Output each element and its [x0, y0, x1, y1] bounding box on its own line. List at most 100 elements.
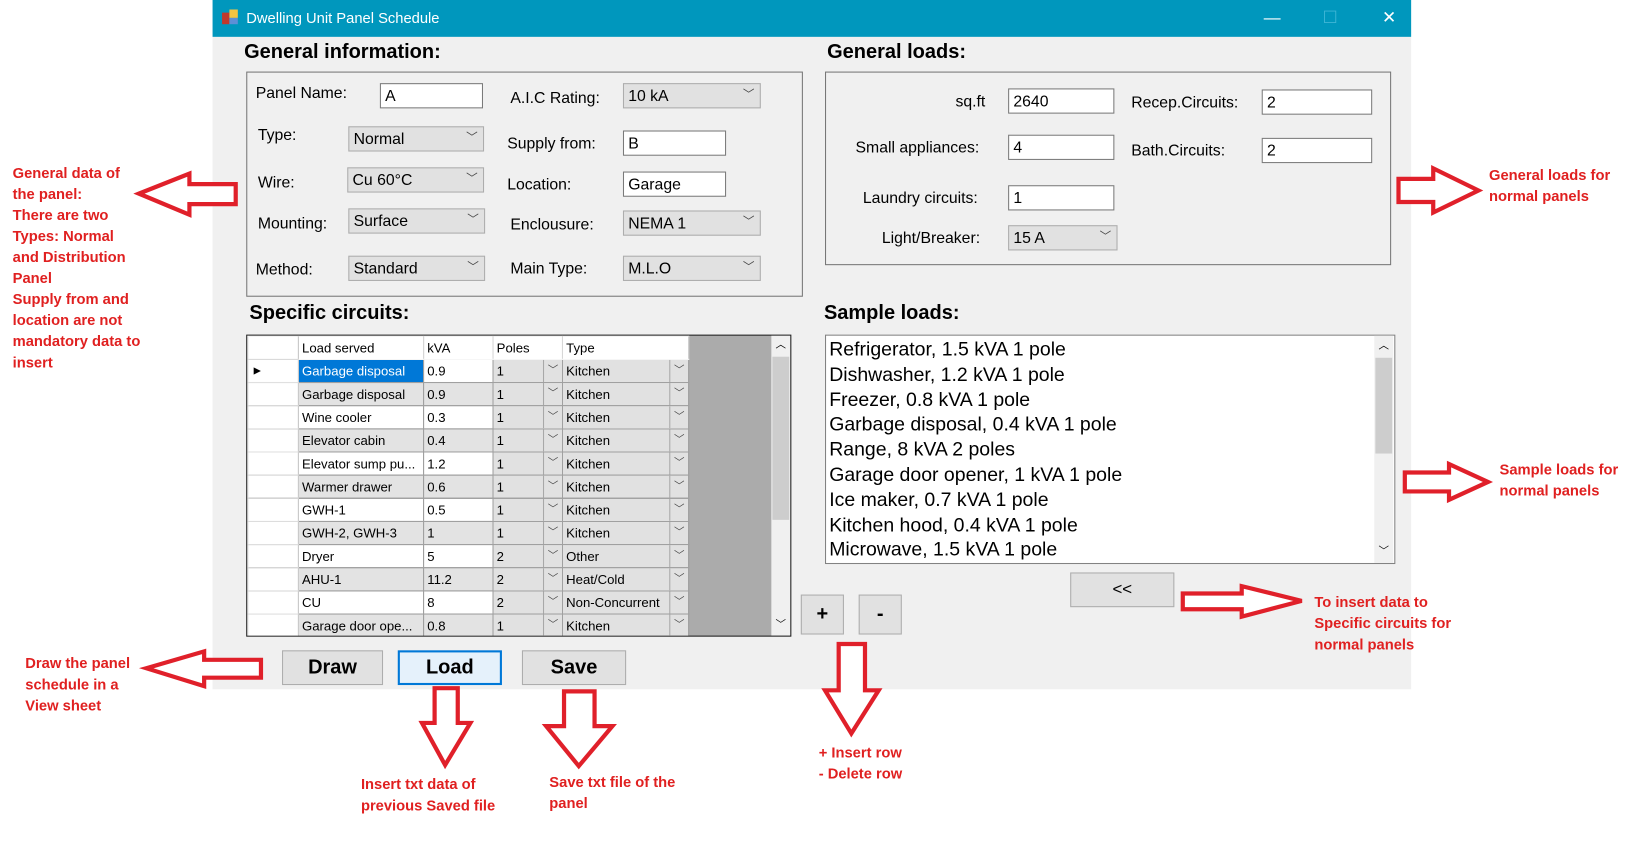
scroll-down-icon[interactable]: ﹀ [1374, 542, 1393, 563]
cell-type-select[interactable]: Kitchen ﹀ [561, 613, 690, 636]
chevron-down-icon[interactable]: ﹀ [542, 591, 561, 613]
minimize-button[interactable]: — [1248, 0, 1296, 37]
chevron-down-icon[interactable]: ﹀ [542, 522, 561, 544]
table-row[interactable]: GWH-2, GWH-3 1 1 ﹀ Kitchen ﹀ [247, 520, 690, 546]
maximize-button[interactable]: ☐ [1306, 0, 1354, 37]
load-button[interactable]: Load [397, 650, 502, 686]
supply-from-input[interactable]: B [622, 130, 727, 156]
table-row[interactable]: Elevator sump pu... 1.2 1 ﹀ Kitchen ﹀ [247, 451, 690, 476]
list-scrollbar[interactable]: ︿ ﹀ [1374, 335, 1394, 563]
chevron-down-icon[interactable]: ﹀ [669, 360, 687, 382]
chevron-down-icon[interactable]: ﹀ [542, 453, 561, 475]
cell-poles-select[interactable]: 2 ﹀ [492, 544, 563, 569]
cell-load-served[interactable]: Garbage disposal [297, 381, 425, 407]
column-header-load-served[interactable]: Load served [297, 335, 425, 360]
chevron-down-icon[interactable]: ﹀ [669, 568, 687, 590]
recep-circuits-input[interactable]: 2 [1261, 89, 1373, 115]
list-item[interactable]: Refrigerator, 1.5 kVA 1 pole [826, 337, 1394, 362]
cell-kva[interactable]: 0.4 [423, 428, 494, 453]
grid-scrollbar-thumb[interactable] [772, 356, 790, 520]
cell-load-served[interactable]: Garage door ope... [297, 613, 425, 636]
cell-type-select[interactable]: Kitchen ﹀ [561, 474, 690, 499]
list-item[interactable]: Ice maker, 0.7 kVA 1 pole [826, 487, 1394, 512]
cell-poles-select[interactable]: 1 ﹀ [492, 358, 563, 384]
cell-load-served[interactable]: CU [297, 590, 425, 615]
cell-type-select[interactable]: Non-Concurrent ﹀ [561, 590, 690, 615]
chevron-down-icon[interactable]: ﹀ [669, 429, 687, 451]
table-row[interactable]: Warmer drawer 0.6 1 ﹀ Kitchen ﹀ [247, 474, 690, 499]
table-row[interactable]: Garage door ope... 0.8 1 ﹀ Kitchen ﹀ [247, 613, 690, 636]
bath-circuits-input[interactable]: 2 [1261, 137, 1373, 164]
cell-load-served[interactable]: GWH-2, GWH-3 [297, 520, 425, 546]
table-row[interactable]: ▶ Garbage disposal 0.9 1 ﹀ Kitchen ﹀ [247, 358, 690, 384]
chevron-down-icon[interactable]: ﹀ [669, 591, 687, 613]
cell-type-select[interactable]: Other ﹀ [561, 544, 690, 569]
row-header[interactable] [247, 544, 299, 569]
cell-type-select[interactable]: Kitchen ﹀ [561, 405, 690, 430]
row-header[interactable] [247, 428, 299, 453]
type-select[interactable]: Normal ﹀ [348, 126, 485, 152]
cell-type-select[interactable]: Kitchen ﹀ [561, 451, 690, 476]
chevron-down-icon[interactable]: ﹀ [542, 406, 561, 428]
cell-kva[interactable]: 5 [423, 544, 494, 569]
specific-circuits-grid[interactable]: Load served kVA Poles Type ▶ Garbage disp… [246, 334, 792, 637]
wire-select[interactable]: Cu 60°C ﹀ [347, 167, 485, 193]
cell-type-select[interactable]: Heat/Cold ﹀ [561, 567, 690, 592]
row-header[interactable] [247, 451, 299, 476]
cell-load-served[interactable]: GWH-1 [297, 497, 425, 522]
table-row[interactable]: Dryer 5 2 ﹀ Other ﹀ [247, 544, 690, 569]
row-header[interactable] [247, 520, 299, 546]
scroll-up-icon[interactable]: ︿ [1374, 336, 1393, 357]
cell-load-served[interactable]: AHU-1 [297, 567, 425, 592]
cell-poles-select[interactable]: 1 ﹀ [492, 613, 563, 636]
list-item[interactable]: Kitchen hood, 0.4 kVA 1 pole [826, 512, 1394, 537]
chevron-down-icon[interactable]: ﹀ [542, 383, 561, 405]
chevron-down-icon[interactable]: ﹀ [669, 615, 687, 636]
draw-button[interactable]: Draw [282, 650, 384, 686]
location-input[interactable]: Garage [622, 171, 727, 197]
add-row-button[interactable]: + [800, 594, 844, 635]
list-item[interactable]: Dishwasher, 1.2 kVA 1 pole [826, 362, 1394, 387]
sample-loads-list[interactable]: Refrigerator, 1.5 kVA 1 pole Dishwasher, … [825, 334, 1396, 565]
cell-kva[interactable]: 0.6 [423, 474, 494, 499]
cell-load-served[interactable]: Warmer drawer [297, 474, 425, 499]
row-header[interactable] [247, 405, 299, 430]
row-header[interactable] [247, 567, 299, 592]
light-breaker-select[interactable]: 15 A ﹀ [1008, 225, 1118, 251]
table-row[interactable]: AHU-1 11.2 2 ﹀ Heat/Cold ﹀ [247, 567, 690, 592]
chevron-down-icon[interactable]: ﹀ [542, 499, 561, 521]
enclosure-select[interactable]: NEMA 1 ﹀ [622, 210, 761, 236]
chevron-down-icon[interactable]: ﹀ [542, 545, 561, 567]
laundry-circuits-input[interactable]: 1 [1008, 185, 1115, 211]
column-header-type[interactable]: Type [561, 335, 690, 360]
row-header[interactable] [247, 381, 299, 407]
list-item[interactable]: Garbage disposal, 0.4 kVA 1 pole [826, 412, 1394, 437]
cell-load-served[interactable]: Elevator sump pu... [297, 451, 425, 476]
chevron-down-icon[interactable]: ﹀ [542, 429, 561, 451]
cell-kva[interactable]: 0.3 [423, 405, 494, 430]
cell-kva[interactable]: 0.9 [423, 381, 494, 407]
table-row[interactable]: CU 8 2 ﹀ Non-Concurrent ﹀ [247, 590, 690, 615]
list-item[interactable]: Freezer, 0.8 kVA 1 pole [826, 387, 1394, 412]
chevron-down-icon[interactable]: ﹀ [542, 615, 561, 636]
cell-load-served[interactable]: Dryer [297, 544, 425, 569]
cell-poles-select[interactable]: 1 ﹀ [492, 451, 563, 476]
row-header[interactable]: ▶ [247, 358, 299, 384]
cell-poles-select[interactable]: 2 ﹀ [492, 567, 563, 592]
row-header[interactable] [247, 474, 299, 499]
cell-poles-select[interactable]: 2 ﹀ [492, 590, 563, 615]
chevron-down-icon[interactable]: ﹀ [542, 568, 561, 590]
cell-type-select[interactable]: Kitchen ﹀ [561, 497, 690, 522]
mounting-select[interactable]: Surface ﹀ [348, 208, 486, 234]
chevron-down-icon[interactable]: ﹀ [669, 453, 687, 475]
cell-poles-select[interactable]: 1 ﹀ [492, 405, 563, 430]
save-button[interactable]: Save [521, 650, 627, 686]
table-row[interactable]: Wine cooler 0.3 1 ﹀ Kitchen ﹀ [247, 405, 690, 430]
cell-kva[interactable]: 1 [423, 520, 494, 546]
cell-poles-select[interactable]: 1 ﹀ [492, 520, 563, 546]
table-row[interactable]: GWH-1 0.5 1 ﹀ Kitchen ﹀ [247, 497, 690, 522]
cell-poles-select[interactable]: 1 ﹀ [492, 497, 563, 522]
grid-scrollbar[interactable]: ︿ ﹀ [771, 335, 791, 636]
row-header[interactable] [247, 613, 299, 636]
chevron-down-icon[interactable]: ﹀ [542, 476, 561, 498]
